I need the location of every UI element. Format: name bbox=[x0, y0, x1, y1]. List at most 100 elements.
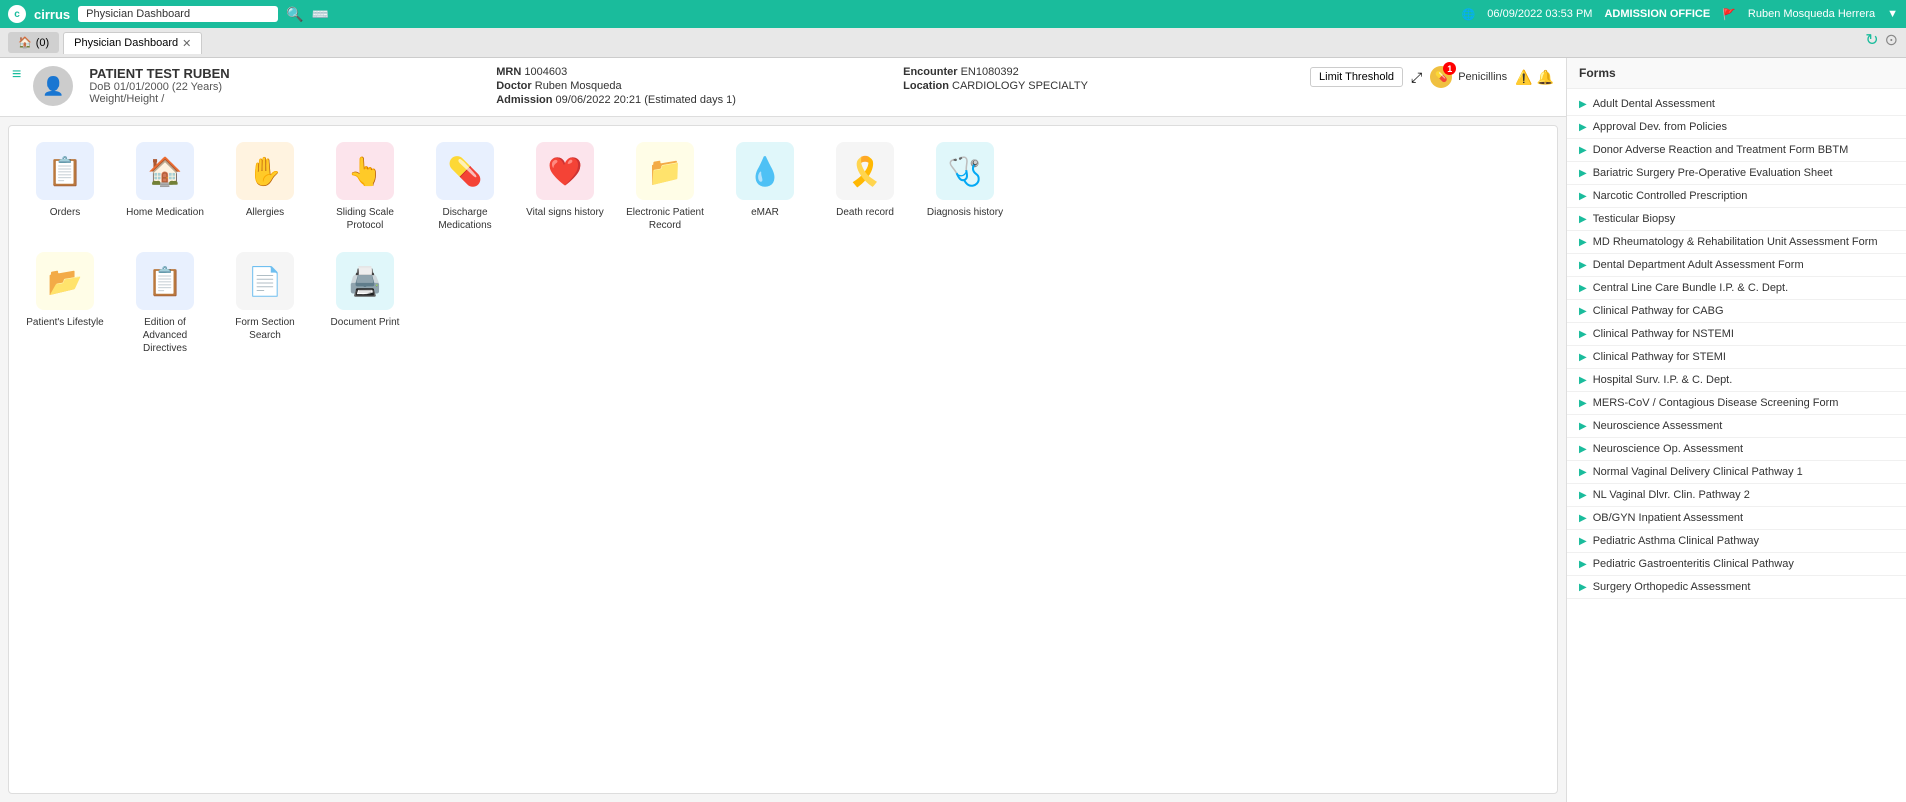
nav-right-section: 🌐 06/09/2022 03:53 PM ADMISSION OFFICE 🚩… bbox=[1462, 8, 1898, 21]
diagnosis-history-icon-item[interactable]: 🩺 Diagnosis history bbox=[925, 142, 1005, 232]
office-label: ADMISSION OFFICE bbox=[1604, 8, 1710, 20]
forms-list: ▶Adult Dental Assessment▶Approval Dev. f… bbox=[1567, 89, 1906, 802]
patient-admission: Admission 09/06/2022 20:21 (Estimated da… bbox=[496, 94, 887, 106]
patients-lifestyle-icon-item[interactable]: 📂 Patient's Lifestyle bbox=[25, 252, 105, 355]
form-list-item[interactable]: ▶Dental Department Adult Assessment Form bbox=[1567, 254, 1906, 277]
user-dropdown-icon[interactable]: ▼ bbox=[1887, 8, 1898, 20]
advanced-directives-icon-item[interactable]: 📋 Edition of Advanced Directives bbox=[125, 252, 205, 355]
warning-icon: ⚠️ bbox=[1515, 69, 1532, 86]
form-list-item[interactable]: ▶Central Line Care Bundle I.P. & C. Dept… bbox=[1567, 277, 1906, 300]
user-menu[interactable]: Ruben Mosqueda Herrera bbox=[1748, 8, 1875, 20]
document-print-icon-item[interactable]: 🖨️ Document Print bbox=[325, 252, 405, 355]
home-medication-icon-item[interactable]: 🏠 Home Medication bbox=[125, 142, 205, 232]
form-item-label: Surgery Orthopedic Assessment bbox=[1593, 581, 1751, 593]
sliding-scale-icon-item[interactable]: 👆 Sliding Scale Protocol bbox=[325, 142, 405, 232]
home-tab[interactable]: 🏠 (0) bbox=[8, 32, 59, 53]
settings-icon[interactable]: ⊙ bbox=[1885, 30, 1898, 50]
form-list-item[interactable]: ▶ Approval Dev. from Policies bbox=[1567, 116, 1906, 139]
allergies-label: Allergies bbox=[246, 206, 284, 219]
patient-info: PATIENT TEST RUBEN DoB 01/01/2000 (22 Ye… bbox=[89, 66, 480, 105]
allergies-icon-item[interactable]: ✋ Allergies bbox=[225, 142, 305, 232]
vital-signs-icon-item[interactable]: ❤️ Vital signs history bbox=[525, 142, 605, 232]
form-list-item[interactable]: ▶Donor Adverse Reaction and Treatment Fo… bbox=[1567, 139, 1906, 162]
home-tab-label: (0) bbox=[36, 37, 49, 49]
form-arrow-icon: ▶ bbox=[1579, 214, 1587, 225]
bell-icon: 🔔 bbox=[1537, 69, 1554, 86]
form-arrow-icon: ▶ bbox=[1579, 122, 1587, 133]
vital-signs-icon: ❤️ bbox=[536, 142, 594, 200]
form-item-label: NL Vaginal Dlvr. Clin. Pathway 2 bbox=[1593, 489, 1750, 501]
close-tab-button[interactable]: ✕ bbox=[182, 37, 191, 50]
form-section-search-label: Form Section Search bbox=[225, 316, 305, 342]
patient-doctor: Doctor Ruben Mosqueda bbox=[496, 80, 887, 92]
form-list-item[interactable]: ▶Clinical Pathway for STEMI bbox=[1567, 346, 1906, 369]
patient-encounter-section: Encounter EN1080392 Location CARDIOLOGY … bbox=[903, 66, 1294, 94]
allergy-badge: 💊 1 bbox=[1430, 66, 1452, 88]
form-list-item[interactable]: ▶Normal Vaginal Delivery Clinical Pathwa… bbox=[1567, 461, 1906, 484]
electronic-patient-record-icon-item[interactable]: 📁 Electronic Patient Record bbox=[625, 142, 705, 232]
orders-icon-item[interactable]: 📋 Orders bbox=[25, 142, 105, 232]
forms-panel: Forms ▶Adult Dental Assessment▶Approval … bbox=[1566, 58, 1906, 802]
discharge-medications-icon-item[interactable]: 💊 Discharge Medications bbox=[425, 142, 505, 232]
advanced-directives-label: Edition of Advanced Directives bbox=[125, 316, 205, 355]
form-arrow-icon: ▶ bbox=[1579, 99, 1587, 110]
form-list-item[interactable]: ▶Pediatric Asthma Clinical Pathway bbox=[1567, 530, 1906, 553]
electronic-patient-record-label: Electronic Patient Record bbox=[625, 206, 705, 232]
datetime: 06/09/2022 03:53 PM bbox=[1487, 8, 1592, 20]
search-icon[interactable]: 🔍 bbox=[286, 6, 303, 23]
form-list-item[interactable]: ▶Narcotic Controlled Prescription bbox=[1567, 185, 1906, 208]
form-item-label: Approval Dev. from Policies bbox=[1593, 121, 1727, 133]
death-record-icon-item[interactable]: 🎗️ Death record bbox=[825, 142, 905, 232]
emar-icon-item[interactable]: 💧 eMAR bbox=[725, 142, 805, 232]
death-record-icon: 🎗️ bbox=[836, 142, 894, 200]
form-list-item[interactable]: ▶Neuroscience Assessment bbox=[1567, 415, 1906, 438]
app-name: cirrus bbox=[34, 7, 70, 22]
orders-label: Orders bbox=[50, 206, 81, 219]
document-print-icon: 🖨️ bbox=[336, 252, 394, 310]
hamburger-menu[interactable]: ≡ bbox=[12, 66, 21, 84]
allergy-count: 1 bbox=[1443, 62, 1456, 75]
allergy-label: Penicillins bbox=[1458, 71, 1507, 83]
form-item-label: Dental Department Adult Assessment Form bbox=[1593, 259, 1804, 271]
form-list-item[interactable]: ▶Neuroscience Op. Assessment bbox=[1567, 438, 1906, 461]
top-navbar: c cirrus Physician Dashboard 🔍 ⌨️ 🌐 06/0… bbox=[0, 0, 1906, 28]
form-list-item[interactable]: ▶ OB/GYN Inpatient Assessment bbox=[1567, 507, 1906, 530]
home-icon: 🏠 bbox=[18, 36, 32, 49]
form-list-item[interactable]: ▶MERS-CoV / Contagious Disease Screening… bbox=[1567, 392, 1906, 415]
form-list-item[interactable]: ▶Testicular Biopsy bbox=[1567, 208, 1906, 231]
main-content: ≡ 👤 PATIENT TEST RUBEN DoB 01/01/2000 (2… bbox=[0, 58, 1906, 802]
form-list-item[interactable]: ▶Adult Dental Assessment bbox=[1567, 93, 1906, 116]
emar-label: eMAR bbox=[751, 206, 779, 219]
limit-threshold-button[interactable]: Limit Threshold bbox=[1310, 67, 1403, 87]
form-list-item[interactable]: ▶Clinical Pathway for CABG bbox=[1567, 300, 1906, 323]
tab-bar: 🏠 (0) Physician Dashboard ✕ ↻ ⊙ bbox=[0, 28, 1906, 58]
discharge-medications-icon: 💊 bbox=[436, 142, 494, 200]
form-item-label: OB/GYN Inpatient Assessment bbox=[1593, 512, 1743, 524]
form-list-item[interactable]: ▶Bariatric Surgery Pre-Operative Evaluat… bbox=[1567, 162, 1906, 185]
form-arrow-icon: ▶ bbox=[1579, 513, 1587, 524]
orders-icon: 📋 bbox=[36, 142, 94, 200]
document-print-label: Document Print bbox=[331, 316, 400, 329]
form-arrow-icon: ▶ bbox=[1579, 306, 1587, 317]
keyboard-icon[interactable]: ⌨️ bbox=[312, 6, 329, 23]
patient-area: ≡ 👤 PATIENT TEST RUBEN DoB 01/01/2000 (2… bbox=[0, 58, 1566, 802]
form-list-item[interactable]: ▶Pediatric Gastroenteritis Clinical Path… bbox=[1567, 553, 1906, 576]
warning-icons: ⚠️ 🔔 bbox=[1515, 69, 1554, 86]
form-item-label: Normal Vaginal Delivery Clinical Pathway… bbox=[1593, 466, 1803, 478]
form-list-item[interactable]: ▶ Surgery Orthopedic Assessment bbox=[1567, 576, 1906, 599]
death-record-label: Death record bbox=[836, 206, 894, 219]
form-list-item[interactable]: ▶NL Vaginal Dlvr. Clin. Pathway 2 bbox=[1567, 484, 1906, 507]
advanced-directives-icon: 📋 bbox=[136, 252, 194, 310]
physician-dashboard-tab[interactable]: Physician Dashboard ✕ bbox=[63, 32, 202, 54]
form-section-search-icon-item[interactable]: 📄 Form Section Search bbox=[225, 252, 305, 355]
form-list-item[interactable]: ▶Clinical Pathway for NSTEMI bbox=[1567, 323, 1906, 346]
resize-icon[interactable]: ⤢ bbox=[1411, 69, 1422, 86]
allergies-icon: ✋ bbox=[236, 142, 294, 200]
refresh-icon[interactable]: ↻ bbox=[1865, 30, 1878, 50]
form-list-item[interactable]: ▶Hospital Surv. I.P. & C. Dept. bbox=[1567, 369, 1906, 392]
form-list-item[interactable]: ▶MD Rheumatology & Rehabilitation Unit A… bbox=[1567, 231, 1906, 254]
form-arrow-icon: ▶ bbox=[1579, 444, 1587, 455]
form-arrow-icon: ▶ bbox=[1579, 283, 1587, 294]
form-arrow-icon: ▶ bbox=[1579, 582, 1587, 593]
form-item-label: Clinical Pathway for NSTEMI bbox=[1593, 328, 1734, 340]
